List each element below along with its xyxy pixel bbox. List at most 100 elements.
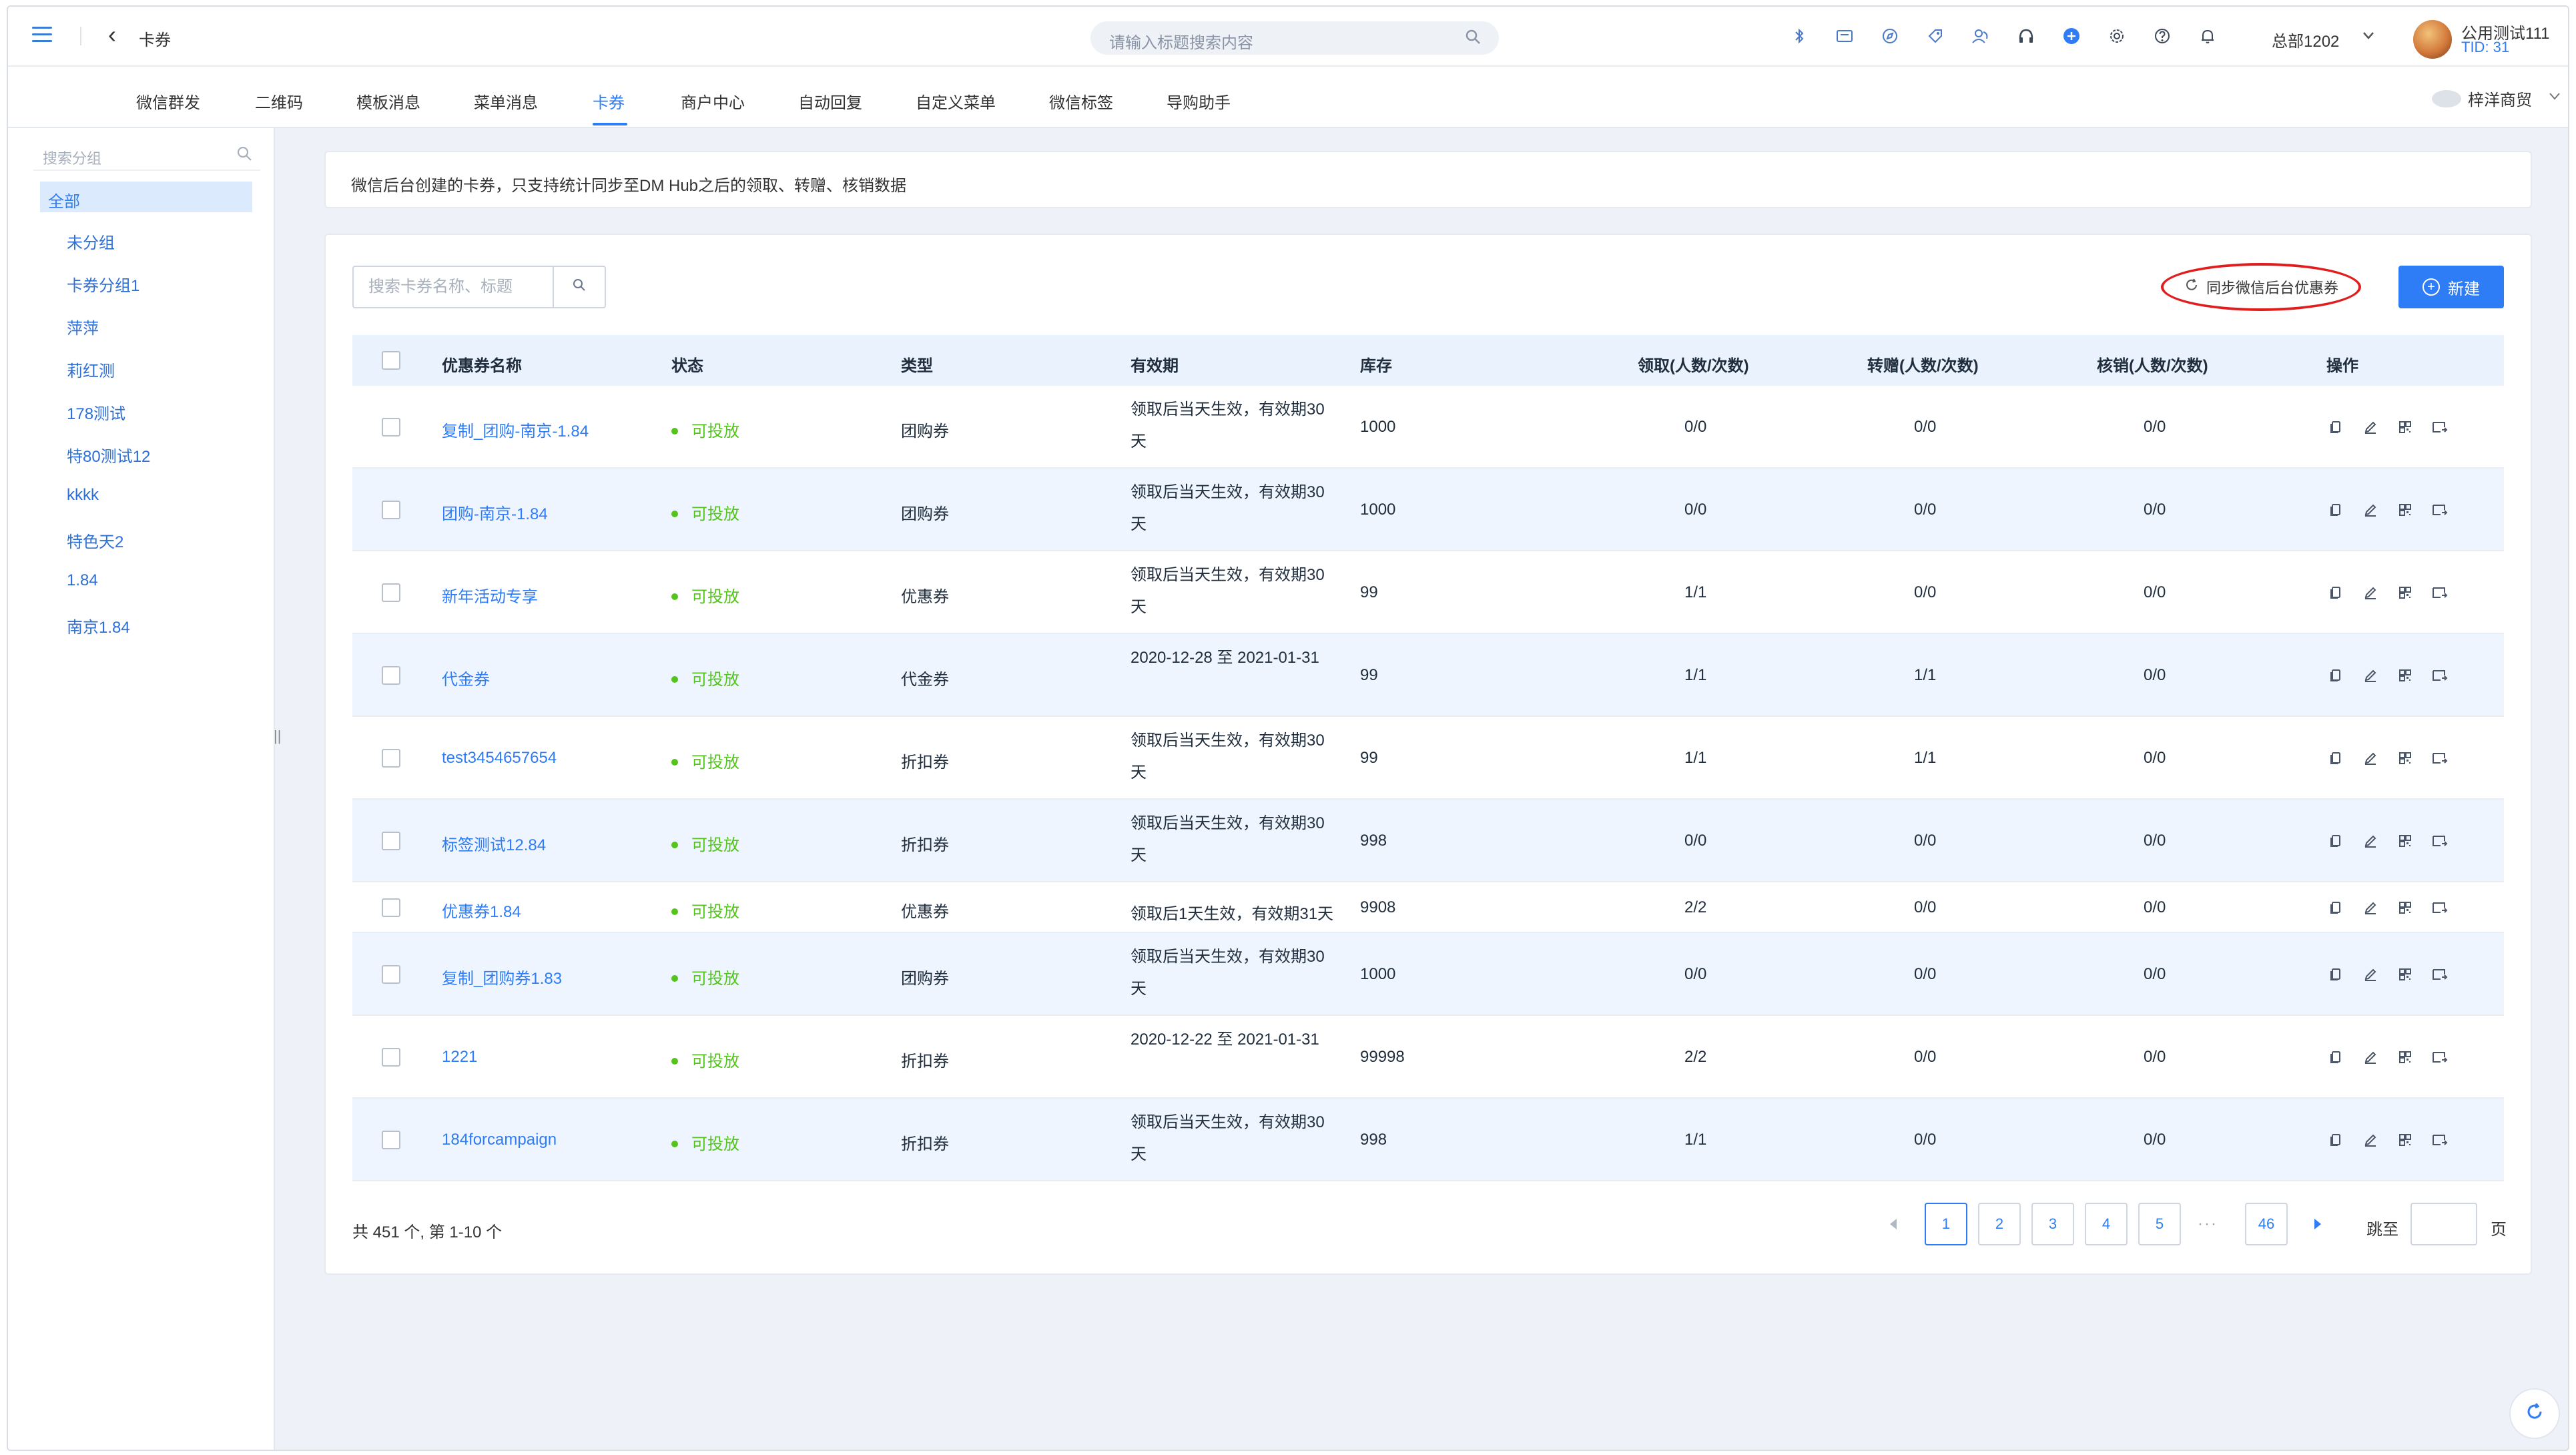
search-button[interactable] (553, 267, 605, 307)
coupon-name-link[interactable]: 团购-南京-1.84 (442, 501, 548, 524)
row-checkbox[interactable] (382, 749, 400, 768)
qrcode-icon[interactable] (2388, 748, 2423, 769)
qrcode-icon[interactable] (2388, 665, 2423, 686)
qrcode-icon[interactable] (2388, 582, 2423, 603)
sidebar-item[interactable]: 萍萍 (67, 315, 99, 338)
sidebar-item[interactable]: 1.84 (67, 571, 98, 590)
send-icon[interactable] (2423, 582, 2457, 603)
copy-icon[interactable] (2318, 665, 2353, 686)
coupon-name-link[interactable]: 1221 (442, 1048, 477, 1067)
avatar[interactable] (2413, 20, 2452, 59)
plus-circle-icon[interactable] (2049, 23, 2094, 49)
qrcode-icon[interactable] (2388, 830, 2423, 852)
edit-icon[interactable] (2353, 748, 2388, 769)
back-arrow-icon[interactable]: ‹ (108, 23, 116, 47)
sidebar-item[interactable]: 卡券分组1 (67, 272, 139, 296)
tab-qrcode[interactable]: 二维码 (255, 89, 303, 113)
row-checkbox[interactable] (382, 832, 400, 850)
row-checkbox[interactable] (382, 418, 400, 437)
coupon-name-link[interactable]: 优惠券1.84 (442, 898, 521, 922)
edit-icon[interactable] (2353, 582, 2388, 603)
copy-icon[interactable] (2318, 416, 2353, 438)
new-coupon-button[interactable]: + 新建 (2398, 266, 2504, 308)
qrcode-icon[interactable] (2388, 897, 2423, 918)
tab-wechat-tags[interactable]: 微信标签 (1049, 89, 1113, 113)
message-icon[interactable] (1822, 23, 1867, 49)
global-search-input[interactable]: 请输入标题搜索内容 (1090, 21, 1499, 55)
row-checkbox[interactable] (382, 583, 400, 602)
coupon-search-input[interactable] (355, 268, 553, 306)
settings-icon[interactable] (2094, 23, 2140, 49)
select-all-checkbox[interactable] (382, 351, 400, 370)
chevron-down-icon[interactable] (2547, 88, 2563, 109)
qrcode-icon[interactable] (2388, 416, 2423, 438)
sidebar-item[interactable]: 莉红测 (67, 358, 115, 381)
row-checkbox[interactable] (382, 666, 400, 685)
sidebar-item[interactable]: 特80测试12 (67, 443, 150, 467)
coupon-name-link[interactable]: test3454657654 (442, 749, 557, 768)
qrcode-icon[interactable] (2388, 964, 2423, 985)
copy-icon[interactable] (2318, 897, 2353, 918)
copy-icon[interactable] (2318, 499, 2353, 521)
bluetooth-icon[interactable] (1777, 23, 1822, 49)
page-button[interactable]: 1 (1925, 1203, 1967, 1245)
sidebar-item[interactable]: 178测试 (67, 400, 125, 424)
sidebar-item[interactable]: 南京1.84 (67, 614, 130, 637)
page-button[interactable]: 5 (2138, 1203, 2181, 1245)
tab-shopping-guide[interactable]: 导购助手 (1167, 89, 1231, 113)
sidebar-item[interactable]: 未分组 (67, 230, 115, 253)
copy-icon[interactable] (2318, 582, 2353, 603)
send-icon[interactable] (2423, 416, 2457, 438)
copy-icon[interactable] (2318, 1129, 2353, 1151)
users-icon[interactable] (1958, 23, 2003, 49)
send-icon[interactable] (2423, 748, 2457, 769)
page-button-last[interactable]: 46 (2245, 1203, 2288, 1245)
row-checkbox[interactable] (382, 1048, 400, 1067)
send-icon[interactable] (2423, 1129, 2457, 1151)
row-checkbox[interactable] (382, 1131, 400, 1149)
edit-icon[interactable] (2353, 830, 2388, 852)
coupon-name-link[interactable]: 标签测试12.84 (442, 832, 546, 855)
tag-icon[interactable] (1913, 23, 1958, 49)
edit-icon[interactable] (2353, 897, 2388, 918)
coupon-name-link[interactable]: 复制_团购-南京-1.84 (442, 418, 589, 441)
sidebar-item[interactable]: kkkk (67, 486, 99, 505)
qrcode-icon[interactable] (2388, 499, 2423, 521)
search-icon[interactable] (1464, 28, 1483, 51)
hamburger-menu-icon[interactable] (32, 27, 52, 44)
row-checkbox[interactable] (382, 898, 400, 917)
edit-icon[interactable] (2353, 665, 2388, 686)
bell-icon[interactable] (2185, 23, 2230, 49)
tab-wechat-broadcast[interactable]: 微信群发 (136, 89, 200, 113)
shop-select[interactable]: 梓洋商贸 (2432, 87, 2563, 110)
edit-icon[interactable] (2353, 964, 2388, 985)
page-button[interactable]: 4 (2085, 1203, 2128, 1245)
qrcode-icon[interactable] (2388, 1047, 2423, 1068)
org-select[interactable]: 总部1202 (2272, 28, 2339, 51)
next-page-icon[interactable] (2304, 1203, 2330, 1245)
group-search-input[interactable]: 搜索分组 (33, 137, 260, 171)
page-button[interactable]: 3 (2031, 1203, 2074, 1245)
search-icon[interactable] (236, 146, 254, 168)
support-float-button[interactable] (2509, 1388, 2560, 1439)
headset-icon[interactable] (2003, 23, 2049, 49)
tab-template-message[interactable]: 模板消息 (356, 89, 420, 113)
pagination-ellipsis[interactable]: ··· (2188, 1203, 2228, 1245)
copy-icon[interactable] (2318, 748, 2353, 769)
send-icon[interactable] (2423, 499, 2457, 521)
tab-cards[interactable]: 卡券 (593, 89, 625, 113)
chevron-down-icon[interactable] (2360, 27, 2377, 49)
help-icon[interactable] (2140, 23, 2185, 49)
tab-menu-message[interactable]: 菜单消息 (474, 89, 538, 113)
jump-page-input[interactable] (2410, 1203, 2477, 1245)
send-icon[interactable] (2423, 1047, 2457, 1068)
send-icon[interactable] (2423, 830, 2457, 852)
coupon-name-link[interactable]: 新年活动专享 (442, 583, 538, 607)
copy-icon[interactable] (2318, 964, 2353, 985)
page-button[interactable]: 2 (1978, 1203, 2021, 1245)
sidebar-item[interactable]: 特色天2 (67, 529, 123, 552)
coupon-name-link[interactable]: 复制_团购券1.83 (442, 965, 562, 988)
sync-wechat-coupons-button[interactable]: 同步微信后台优惠券 (2161, 263, 2361, 311)
prev-page-icon[interactable] (1881, 1203, 1907, 1245)
send-icon[interactable] (2423, 897, 2457, 918)
